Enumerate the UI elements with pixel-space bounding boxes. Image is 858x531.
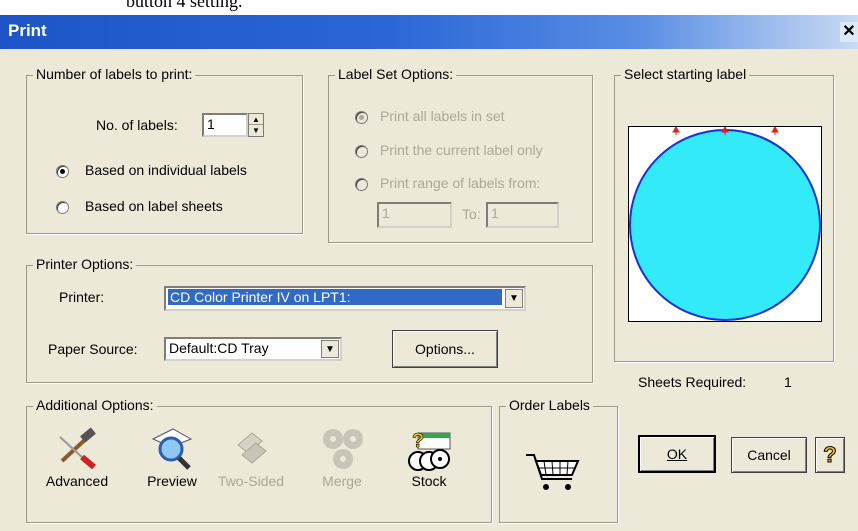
labels-group-legend: Number of labels to print: [33, 66, 196, 82]
stock-label: Stock [411, 473, 447, 489]
range-from-value: 1 [382, 205, 390, 221]
advanced-tool[interactable]: Advanced [42, 427, 112, 517]
radio-individual-labels[interactable] [56, 165, 69, 178]
no-of-labels-input[interactable]: 1 [202, 113, 248, 137]
radio-print-all[interactable] [355, 111, 368, 124]
printer-options-group: Printer Options: [26, 256, 593, 383]
printer-select[interactable]: CD Color Printer IV on LPT1: ▼ [164, 286, 526, 311]
radio-print-all-text: Print all labels in set [380, 108, 505, 124]
merge-label: Merge [322, 473, 362, 489]
chevron-down-icon[interactable]: ▼ [505, 289, 523, 308]
two-sided-tool[interactable]: Two-Sided [216, 427, 286, 517]
shopping-cart-icon [526, 454, 580, 490]
label-preview[interactable] [628, 126, 822, 322]
label-set-legend: Label Set Options: [335, 66, 457, 82]
ok-button[interactable]: OK [638, 435, 716, 473]
range-to-value: 1 [491, 205, 499, 221]
no-of-labels-label: No. of labels: [96, 117, 178, 133]
radio-label-sheets[interactable] [56, 201, 69, 214]
advanced-label: Advanced [45, 473, 109, 489]
two-sided-label: Two-Sided [217, 473, 285, 489]
close-icon: ✕ [842, 23, 856, 40]
order-labels-legend: Order Labels [506, 397, 593, 413]
additional-options-legend: Additional Options: [33, 397, 157, 413]
preview-tool[interactable]: Preview [137, 427, 207, 517]
radio-label-sheets-text: Based on label sheets [85, 198, 223, 214]
background-window-text-strip: button 4 setting. [0, 0, 858, 15]
stock-tool[interactable]: ? Stock [394, 427, 464, 517]
position-arrows-icon [672, 126, 779, 135]
close-button[interactable]: ✕ [840, 22, 858, 42]
printer-options-legend: Printer Options: [33, 256, 137, 272]
paper-source-label: Paper Source: [48, 341, 138, 357]
sheets-required-label: Sheets Required: [638, 374, 747, 390]
range-from-input[interactable]: 1 [377, 202, 452, 228]
paper-source-select[interactable]: Default:CD Tray ▼ [164, 337, 342, 361]
hammer-screwdriver-icon [59, 427, 96, 469]
printer-label: Printer: [59, 289, 105, 305]
sheets-required-value: 1 [784, 374, 792, 390]
spin-down-icon[interactable]: ▼ [249, 125, 263, 136]
help-icon: ? [823, 442, 837, 468]
radio-print-range[interactable] [355, 178, 368, 191]
printer-select-value: CD Color Printer IV on LPT1: [168, 289, 502, 305]
merge-tool[interactable]: Merge [307, 427, 377, 517]
options-button[interactable]: Options... [392, 330, 498, 368]
paper-source-value: Default:CD Tray [169, 340, 269, 356]
background-text: button 4 setting. [126, 0, 243, 11]
radio-individual-labels-text: Based on individual labels [85, 162, 247, 178]
stock-discs-icon: ? [408, 430, 451, 471]
window-title: Print [8, 21, 47, 40]
help-button[interactable]: ? [815, 437, 845, 473]
radio-print-current[interactable] [355, 145, 368, 158]
magnifier-preview-icon [151, 428, 193, 470]
cancel-button[interactable]: Cancel [731, 437, 807, 473]
merge-discs-icon [323, 429, 363, 469]
start-label-legend: Select starting label [621, 66, 750, 82]
order-cart-button[interactable] [522, 447, 586, 495]
preview-label: Preview [147, 473, 197, 489]
cd-disc-graphic [629, 126, 821, 321]
title-bar[interactable]: Print ✕ [0, 15, 858, 49]
chevron-down-icon[interactable]: ▼ [321, 340, 339, 358]
no-of-labels-value: 1 [207, 116, 215, 132]
spin-up-icon[interactable]: ▲ [249, 114, 263, 125]
svg-text:?: ? [412, 430, 424, 452]
no-of-labels-spinner[interactable]: ▲ ▼ [248, 113, 264, 137]
two-sided-pages-icon [237, 432, 267, 464]
range-to-input[interactable]: 1 [486, 202, 559, 228]
range-to-label: To: [462, 206, 481, 222]
radio-print-current-text: Print the current label only [380, 142, 543, 158]
radio-print-range-text: Print range of labels from: [380, 175, 541, 191]
